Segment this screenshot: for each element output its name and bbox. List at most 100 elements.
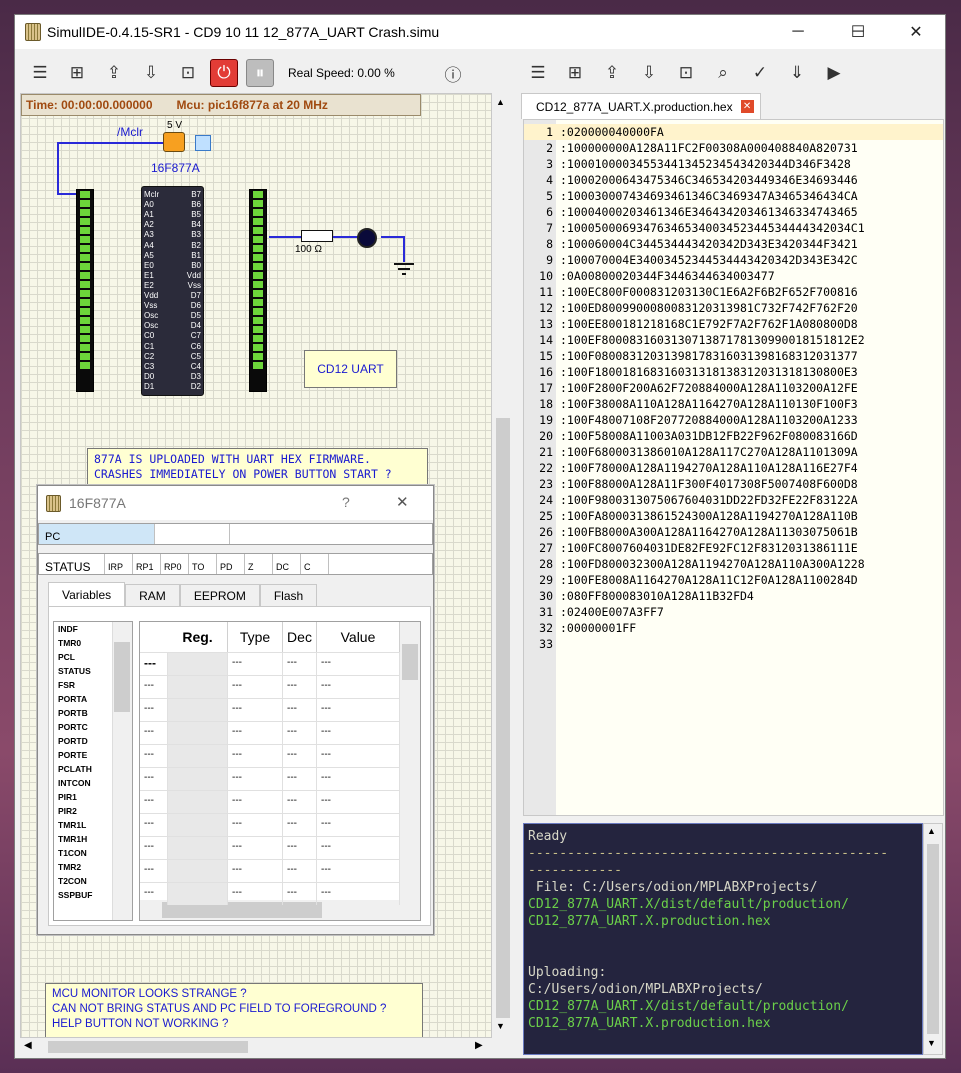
- uart-box[interactable]: CD12 UART: [304, 350, 397, 388]
- code-line[interactable]: 26:100FB8000A300A128A1164270A128A1130307…: [524, 524, 943, 540]
- tab-variables[interactable]: Variables: [48, 582, 126, 606]
- connector-pin[interactable]: [80, 272, 90, 279]
- connector-pin[interactable]: [80, 317, 90, 324]
- connector-pin[interactable]: [80, 227, 90, 234]
- table-row[interactable]: --- --- --- ---: [140, 675, 400, 698]
- save-circuit-icon[interactable]: ⇩: [136, 58, 166, 88]
- connector-pin[interactable]: [253, 362, 263, 369]
- register-table[interactable]: Reg. Type Dec Value --- --- --- --- --- --- --- ---…: [139, 621, 421, 921]
- connector-pin[interactable]: [253, 344, 263, 351]
- upload-icon[interactable]: ⇓: [782, 58, 812, 88]
- code-line[interactable]: 1:020000040000FA: [524, 124, 943, 140]
- note-monitor-issues[interactable]: MCU MONITOR LOOKS STRANGE ? CAN NOT BRIN…: [45, 983, 423, 1037]
- code-line[interactable]: 8:100060004C344534443420342D343E3420344F…: [524, 236, 943, 252]
- connector-pin[interactable]: [253, 263, 263, 270]
- code-line[interactable]: 7:10005000693476346534003452344534444342…: [524, 220, 943, 236]
- tab-flash[interactable]: Flash: [259, 584, 318, 606]
- code-line[interactable]: 32:00000001FF: [524, 620, 943, 636]
- led[interactable]: [357, 228, 377, 248]
- connector-pin[interactable]: [80, 299, 90, 306]
- code-line[interactable]: 30:080FF800083010A128A11B32FD4: [524, 588, 943, 604]
- connector-pin[interactable]: [80, 362, 90, 369]
- table-row[interactable]: --- --- --- ---: [140, 790, 400, 813]
- code-line[interactable]: 9:100070004E34003452344534443420342D343E…: [524, 252, 943, 268]
- connector-pin[interactable]: [253, 218, 263, 225]
- table-row[interactable]: --- --- --- ---: [140, 813, 400, 836]
- code-line[interactable]: 5:100030007434693461346C3469347A34653464…: [524, 188, 943, 204]
- circuit-horizontal-scrollbar[interactable]: ◀ ▶: [20, 1038, 493, 1056]
- connector-pin[interactable]: [80, 218, 90, 225]
- table-row[interactable]: --- --- --- ---: [140, 859, 400, 882]
- right-connector-bar[interactable]: [249, 189, 267, 392]
- code-line[interactable]: 16:100F180018168316031318138312031318130…: [524, 364, 943, 380]
- connector-pin[interactable]: [253, 200, 263, 207]
- help-button[interactable]: ?: [342, 494, 350, 510]
- table-row[interactable]: --- --- --- ---: [140, 721, 400, 744]
- status-field[interactable]: STATUS IRP RP1 RP0 TO PD Z DC C: [38, 553, 433, 575]
- connector-pin[interactable]: [80, 353, 90, 360]
- switch-box[interactable]: [195, 135, 211, 151]
- code-line[interactable]: 2:100000000A128A11FC2F00308A000408840A82…: [524, 140, 943, 156]
- connector-pin[interactable]: [253, 272, 263, 279]
- save-as-icon[interactable]: ⊡: [173, 58, 203, 88]
- console-scrollbar[interactable]: ▲ ▼: [923, 823, 943, 1055]
- connector-pin[interactable]: [253, 227, 263, 234]
- connector-pin[interactable]: [253, 299, 263, 306]
- debug-icon[interactable]: ▶: [819, 58, 849, 88]
- column-header[interactable]: Value: [317, 622, 400, 652]
- connector-pin[interactable]: [80, 200, 90, 207]
- code-line[interactable]: 25:100FA8000313861524300A128A1194270A128…: [524, 508, 943, 524]
- minimize-control[interactable]: ─: [769, 15, 827, 49]
- tab-close-icon[interactable]: ✕: [740, 100, 754, 113]
- connector-pin[interactable]: [253, 191, 263, 198]
- code-line[interactable]: 24:100F9800313075067604031DD22FD32FE22F8…: [524, 492, 943, 508]
- new-circuit-icon[interactable]: ⊞: [62, 58, 92, 88]
- editor-save-icon[interactable]: ⇩: [634, 58, 664, 88]
- tab-ram[interactable]: RAM: [125, 584, 180, 606]
- code-line[interactable]: 19:100F48007108F207720884000A128A1103200…: [524, 412, 943, 428]
- left-connector-bar[interactable]: [76, 189, 94, 392]
- code-line[interactable]: 18:100F38008A110A128A1164270A128A110130F…: [524, 396, 943, 412]
- connector-pin[interactable]: [80, 281, 90, 288]
- connector-pin[interactable]: [253, 326, 263, 333]
- connector-pin[interactable]: [80, 335, 90, 342]
- info-icon[interactable]: ⓘ: [438, 58, 468, 88]
- dialog-close-button[interactable]: ✕: [396, 493, 409, 511]
- code-line[interactable]: 10:0A00800020344F3446344634003477: [524, 268, 943, 284]
- connector-pin[interactable]: [80, 263, 90, 270]
- code-line[interactable]: 20:100F58008A11003A031DB12FB22F962F08008…: [524, 428, 943, 444]
- code-line[interactable]: 33: [524, 636, 943, 652]
- code-editor[interactable]: 1:020000040000FA 2:100000000A128A11FC2F00…: [523, 119, 944, 816]
- connector-pin[interactable]: [253, 308, 263, 315]
- editor-save-as-icon[interactable]: ⊡: [671, 58, 701, 88]
- circuit-vertical-scrollbar[interactable]: ▲ ▼: [493, 93, 513, 1038]
- code-line[interactable]: 12:100ED8009900080083120313981C732F742F7…: [524, 300, 943, 316]
- code-line[interactable]: 6:10004000203461346E34643420346134633474…: [524, 204, 943, 220]
- connector-pin[interactable]: [80, 245, 90, 252]
- connector-pin[interactable]: [80, 308, 90, 315]
- editor-menu-icon[interactable]: ☰: [523, 58, 553, 88]
- table-row[interactable]: --- --- --- ---: [140, 767, 400, 790]
- code-line[interactable]: 21:100F6800031386010A128A117C270A128A110…: [524, 444, 943, 460]
- editor-open-icon[interactable]: ⇪: [597, 58, 627, 88]
- code-line[interactable]: 17:100F2800F200A62F720884000A128A1103200…: [524, 380, 943, 396]
- code-line[interactable]: 31:02400E007A3FF7: [524, 604, 943, 620]
- connector-pin[interactable]: [253, 245, 263, 252]
- column-header[interactable]: Type: [228, 622, 283, 652]
- code-line[interactable]: 22:100F78000A128A1194270A128A110A128A116…: [524, 460, 943, 476]
- connector-pin[interactable]: [80, 209, 90, 216]
- code-line[interactable]: 14:100EF80008316031307138717813099001815…: [524, 332, 943, 348]
- open-circuit-icon[interactable]: ⇪: [99, 58, 129, 88]
- pause-button[interactable]: ⏸: [246, 59, 274, 87]
- connector-pin[interactable]: [80, 344, 90, 351]
- connector-pin[interactable]: [253, 290, 263, 297]
- code-line[interactable]: 3:10001000034553441345234543420344D346F3…: [524, 156, 943, 172]
- code-line[interactable]: 11:100EC800F000831203130C1E6A2F6B2F652F7…: [524, 284, 943, 300]
- code-line[interactable]: 27:100FC8007604031DE82FE92FC12F831203138…: [524, 540, 943, 556]
- connector-pin[interactable]: [80, 191, 90, 198]
- tab-eeprom[interactable]: EEPROM: [179, 584, 260, 606]
- code-line[interactable]: 28:100FD800032300A128A1194270A128A110A30…: [524, 556, 943, 572]
- voltage-source[interactable]: [163, 132, 185, 152]
- menu-icon[interactable]: ☰: [25, 58, 55, 88]
- connector-pin[interactable]: [253, 317, 263, 324]
